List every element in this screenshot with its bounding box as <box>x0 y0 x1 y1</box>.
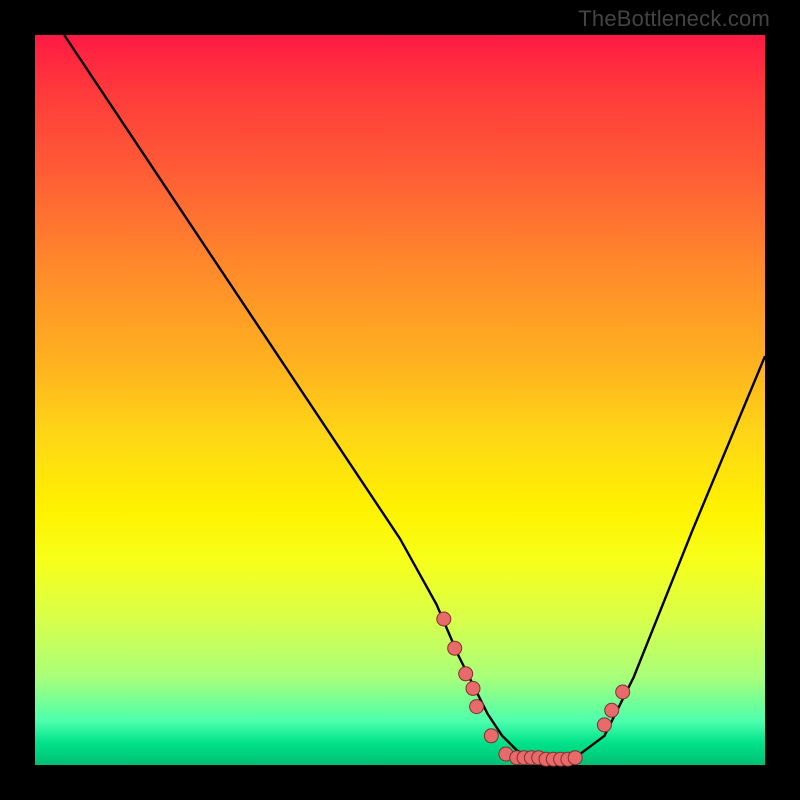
data-point <box>605 703 619 717</box>
data-point <box>466 681 480 695</box>
bottleneck-curve <box>64 35 765 761</box>
data-point <box>568 751 582 765</box>
curve-svg <box>35 35 765 765</box>
data-point <box>484 729 498 743</box>
data-point <box>459 667 473 681</box>
curve-markers <box>437 612 630 766</box>
watermark-text: TheBottleneck.com <box>578 6 770 32</box>
data-point <box>597 718 611 732</box>
data-point <box>616 685 630 699</box>
data-point <box>448 641 462 655</box>
data-point <box>470 700 484 714</box>
data-point <box>437 612 451 626</box>
plot-area <box>35 35 765 765</box>
chart-container: TheBottleneck.com <box>0 0 800 800</box>
